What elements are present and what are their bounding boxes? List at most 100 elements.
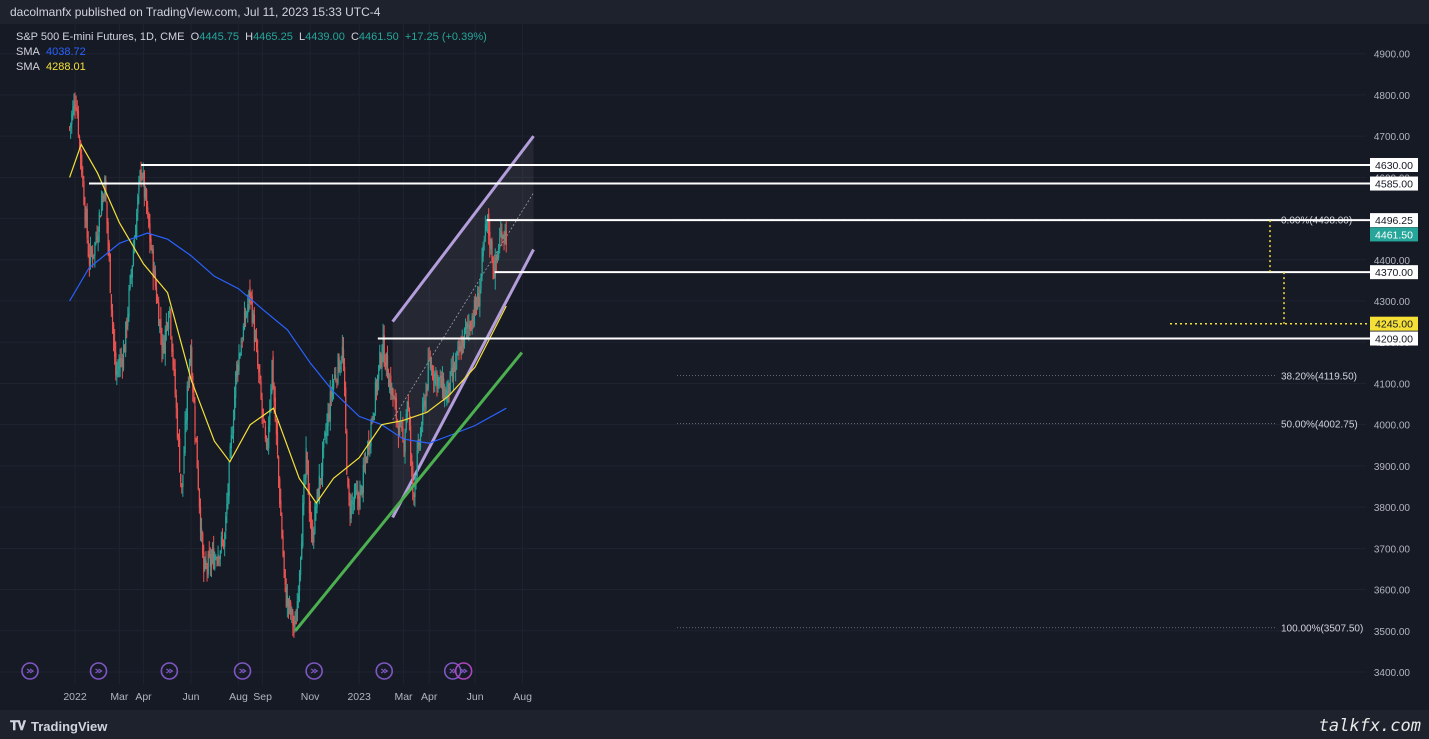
candle-body — [311, 523, 313, 531]
candle-body — [162, 341, 164, 348]
candle-body — [501, 232, 503, 242]
candle-body — [143, 171, 146, 198]
candle-body — [140, 168, 142, 176]
candle-body — [146, 189, 148, 210]
event-markers[interactable] — [21, 662, 473, 680]
candle-body — [276, 432, 279, 455]
candle-body — [133, 240, 136, 254]
candle-body — [106, 201, 108, 225]
candle-body — [484, 224, 487, 237]
candle-body — [170, 310, 172, 336]
candle-body — [296, 601, 298, 621]
candle-body — [474, 298, 477, 309]
candle-body — [326, 422, 328, 437]
publisher-header: dacolmanfx published on TradingView.com,… — [0, 0, 1429, 24]
candle-body — [306, 451, 308, 464]
candle-body — [89, 245, 92, 262]
candle-body — [428, 357, 430, 359]
time-tick-label: Nov — [301, 691, 320, 703]
candle-body — [242, 325, 245, 340]
candle-body — [432, 368, 434, 378]
candle-body — [186, 386, 188, 421]
candle-body — [163, 342, 165, 354]
candle-body — [336, 380, 338, 382]
candle-body — [131, 265, 133, 278]
candle-body — [401, 426, 403, 428]
candle-body — [284, 569, 286, 585]
candle-body — [275, 419, 278, 435]
candle-body — [460, 346, 462, 356]
candle-body — [301, 542, 303, 560]
candle-body — [125, 321, 127, 353]
candle-body — [224, 534, 226, 547]
candle-body — [357, 490, 359, 499]
candle-body — [307, 461, 309, 495]
candle-body — [404, 431, 406, 453]
candle-body — [443, 378, 445, 400]
candle-body — [456, 352, 458, 361]
candle-body — [330, 391, 333, 396]
candle-body — [411, 455, 413, 466]
price-tick-label: 3900.00 — [1374, 462, 1411, 473]
footer-bar: 𝐓𝐕 TradingView talkfx.com — [0, 710, 1429, 739]
candle-body — [283, 551, 285, 571]
candle-body — [389, 379, 391, 390]
candle-body — [479, 289, 481, 307]
candle-body — [199, 507, 202, 533]
candle-body — [239, 353, 241, 357]
candle-body — [166, 323, 169, 327]
sma-legend-blue[interactable]: SMA 4038.72 — [16, 45, 86, 59]
candle-body — [86, 208, 88, 239]
drawings[interactable] — [89, 163, 1370, 632]
candle-body — [455, 360, 457, 371]
candle-body — [208, 550, 210, 556]
candle-body — [92, 253, 94, 259]
candle-body — [117, 366, 119, 368]
candle-body — [76, 108, 78, 116]
candle-body — [195, 437, 197, 441]
candle-body — [334, 374, 336, 380]
sma-value: 4288.01 — [45, 61, 86, 73]
candle-body — [325, 434, 327, 436]
candle-body — [476, 306, 478, 309]
price-axis[interactable]: 3400.00 3500.00 3600.00 3700.00 3800.00 3900.… — [1370, 24, 1429, 710]
candle-body — [344, 366, 346, 390]
candle-body — [454, 366, 456, 372]
candle-body — [111, 310, 114, 323]
time-tick-label: Sep — [253, 691, 272, 703]
candle-body — [228, 461, 230, 497]
candle-body — [126, 320, 128, 330]
candle-body — [172, 349, 174, 365]
candle-body — [196, 436, 198, 469]
candle-body — [252, 313, 254, 323]
tradingview-logo[interactable]: 𝐓𝐕 TradingView — [10, 718, 107, 734]
candle-body — [179, 438, 181, 472]
candle-body — [81, 154, 83, 175]
time-tick-label: Apr — [421, 691, 438, 703]
candle-body — [360, 485, 362, 488]
time-tick-label: 2023 — [347, 691, 371, 703]
candle-body — [496, 254, 499, 260]
candle-body — [308, 492, 311, 514]
price-channel[interactable] — [391, 135, 535, 519]
price-tick-label: 4300.00 — [1374, 297, 1411, 308]
candle-body — [144, 189, 147, 197]
candle-body — [120, 358, 122, 360]
candle-body — [353, 489, 356, 502]
sma-legend-yellow[interactable]: SMA 4288.01 — [16, 60, 86, 74]
candle-body — [245, 314, 247, 320]
price-chart[interactable]: 0.00%(4498.00)38.20%(4119.50)50.00%(4002… — [0, 24, 1429, 710]
candle-body — [236, 363, 238, 377]
sma-label: SMA — [16, 61, 40, 73]
price-tick-label: 4900.00 — [1374, 50, 1411, 61]
candle-body — [213, 548, 215, 569]
candle-body — [384, 362, 386, 369]
candle-body — [187, 383, 190, 385]
time-axis[interactable]: 2022 Mar Apr Jun Aug Sep Nov 2023 Mar Apr Jun Aug — [63, 691, 532, 703]
candle-body — [174, 368, 176, 395]
candle-body — [355, 492, 357, 494]
candle-body — [424, 400, 426, 408]
candle-body — [83, 181, 85, 205]
candle-body — [426, 385, 428, 390]
time-tick-label: Jun — [183, 691, 200, 703]
